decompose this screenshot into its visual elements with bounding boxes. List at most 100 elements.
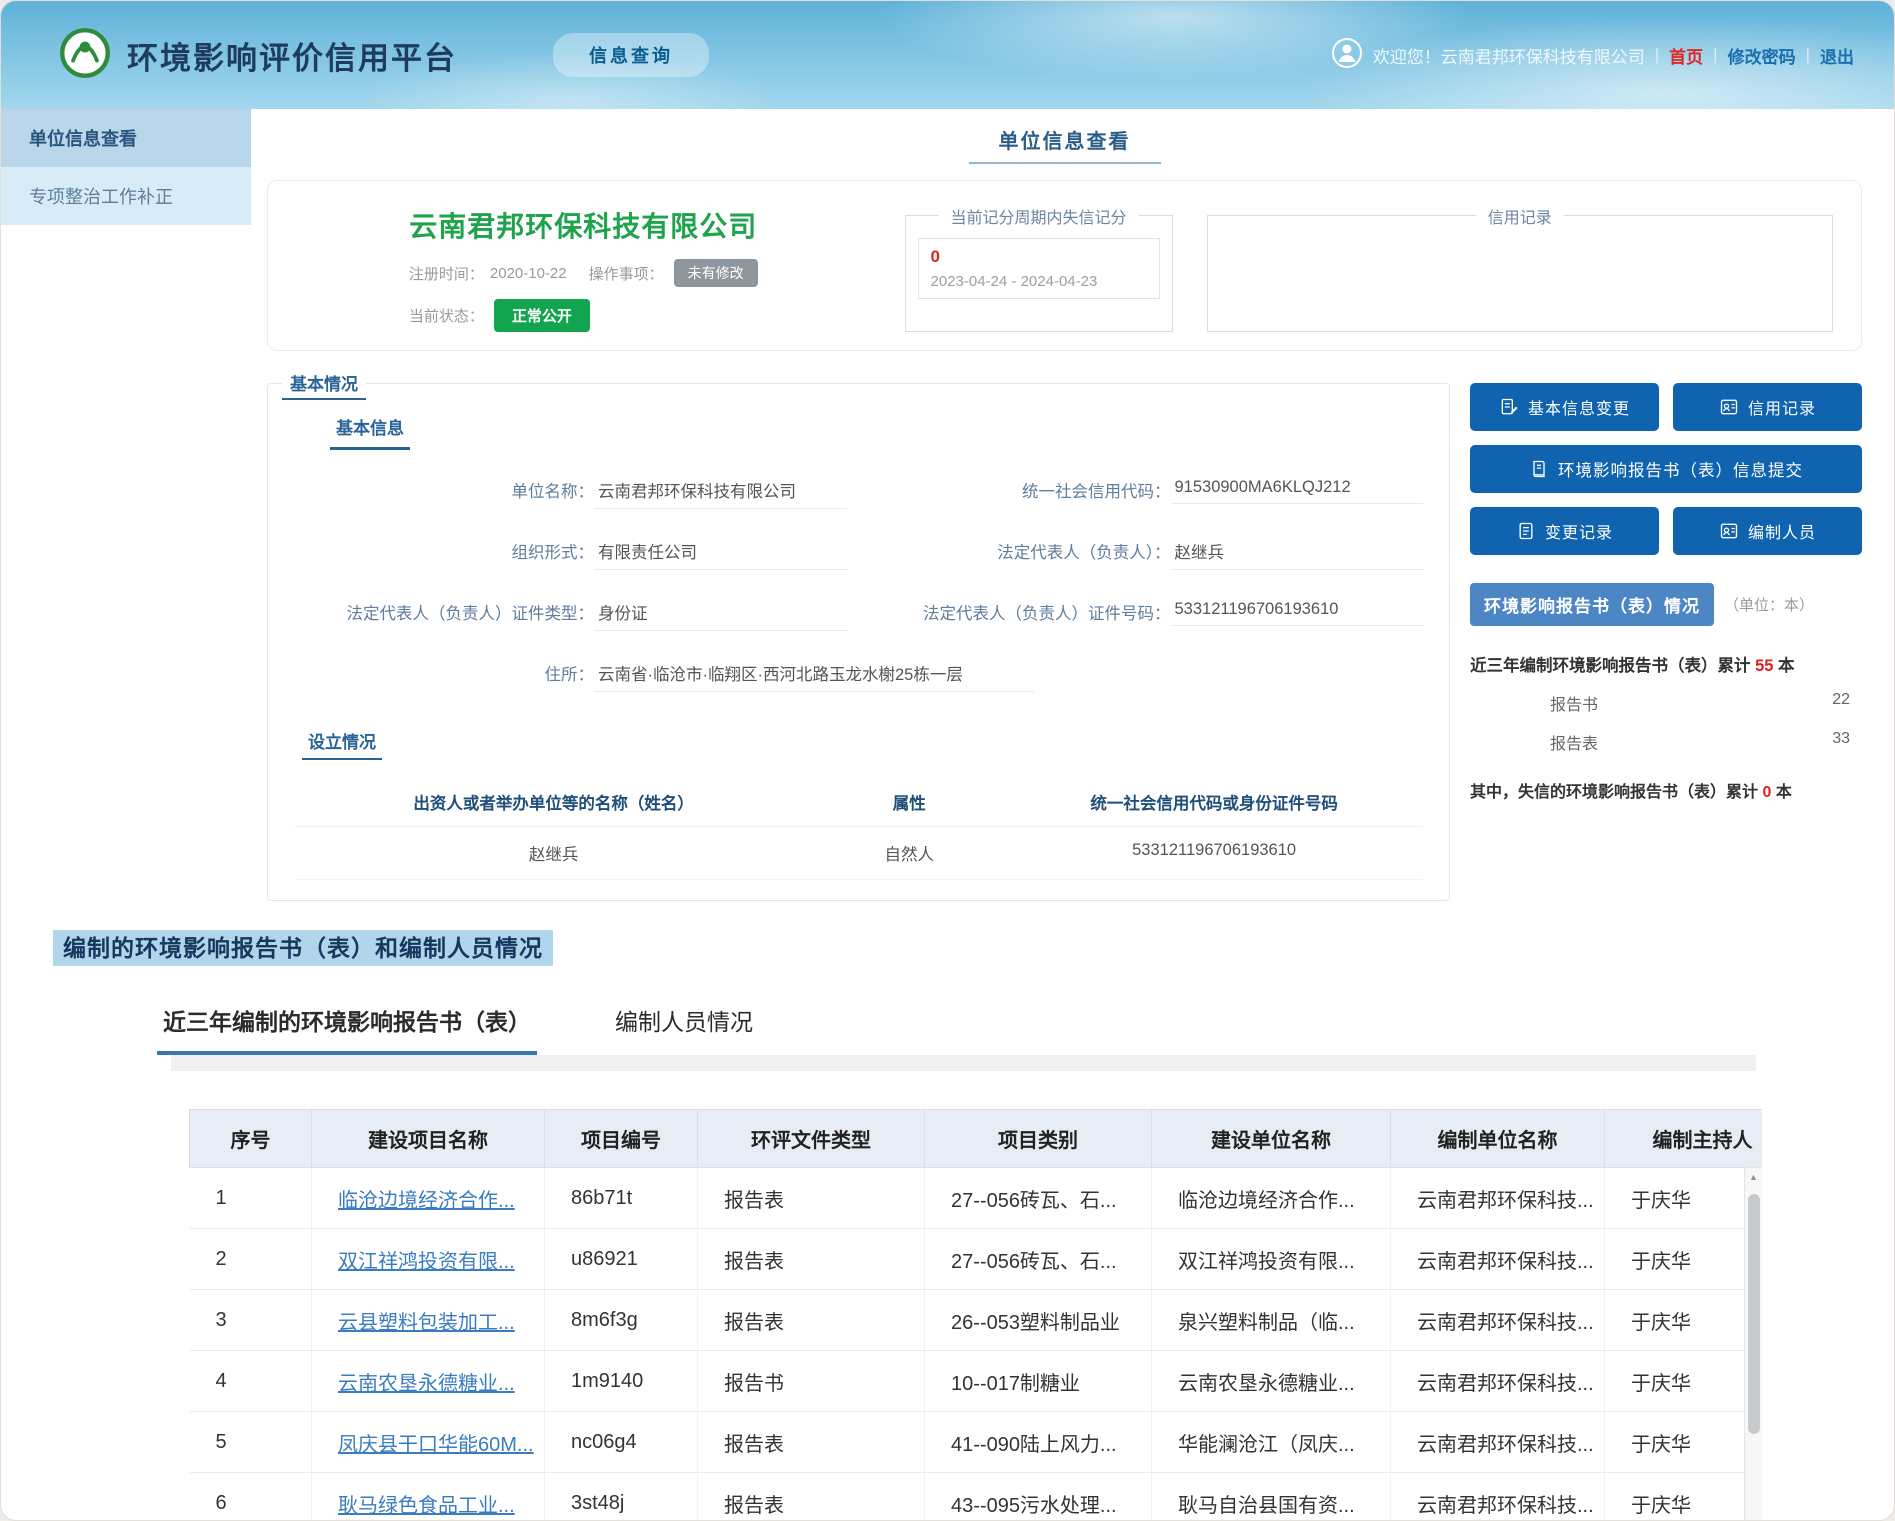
page: 环境影响评价信用平台 信息查询 欢迎您！云南君邦环保科技有限公司 | 首页 | … [0,0,1895,1521]
field-value: 云南省·临沧市·临翔区·西河北路玉龙水榭25栋一层 [594,661,1034,692]
table-cell: 云南君邦环保科技... [1391,1229,1605,1290]
tab-basic-info[interactable]: 基本信息 [330,412,410,450]
field-value: 533121196706193610 [1171,600,1424,626]
id-card-icon [1719,397,1739,417]
status-badge: 正常公开 [494,299,590,332]
separator: | [1713,45,1717,65]
sidebar-item-rectification[interactable]: 专项整治工作补正 [1,167,251,225]
setup-row: 赵继兵 自然人 533121196706193610 [294,827,1423,880]
table-row: 3云县塑料包装加工...8m6f3g报告表26--053塑料制品业泉兴塑料制品（… [190,1290,1763,1351]
company-block: 云南君邦环保科技有限公司 注册时间： 2020-10-22 操作事项： 未有修改… [296,205,871,332]
table-cell: 1 [190,1168,312,1229]
project-name-cell: 凤庆县干口华能60M... [312,1412,545,1473]
project-name-cell: 耿马绿色食品工业... [312,1473,545,1521]
top-header: 环境影响评价信用平台 信息查询 欢迎您！云南君邦环保科技有限公司 | 首页 | … [1,1,1894,109]
sidebar-item-unit-info[interactable]: 单位信息查看 [1,109,251,167]
table-row: 6 耿马绿色食品工业... 3st48j报告表43--095污水处理...耿马自治县… [190,1473,1763,1521]
tab-staff-info[interactable]: 编制人员情况 [609,1003,759,1055]
reports-section-title: 编制的环境影响报告书（表）和编制人员情况 [53,930,553,966]
report-submit-button[interactable]: 环境影响报告书（表）信息提交 [1470,445,1862,493]
doc-edit-icon [1499,397,1519,417]
basic-info-change-button[interactable]: 基本信息变更 [1470,383,1659,431]
main-content: 单位信息查看 云南君邦环保科技有限公司 注册时间： 2020-10-22 操作事… [251,109,1894,907]
project-name-link[interactable]: 双江祥鸿投资有限... [338,1251,515,1273]
divider-strip [171,1055,1756,1071]
stats-title: 环境影响报告书（表）情况 [1470,583,1714,626]
field-label: 住所： [294,661,594,685]
scrollbar-thumb[interactable] [1748,1194,1760,1434]
company-overview: 云南君邦环保科技有限公司 注册时间： 2020-10-22 操作事项： 未有修改… [267,180,1862,351]
table-cell: 云南君邦环保科技... [1391,1412,1605,1473]
stats-note: 其中，失信的环境影响报告书（表）累计 0 本 [1470,778,1862,802]
book-icon [1529,459,1549,479]
sidebar: 单位信息查看 专项整治工作补正 [1,109,251,225]
stats-unit: （单位：本） [1724,594,1814,615]
column-header: 项目类别 [925,1110,1152,1168]
table-cell: 报告表 [698,1473,925,1521]
tab-recent-reports[interactable]: 近三年编制的环境影响报告书（表） [157,1003,537,1055]
table-cell: 3st48j [545,1473,698,1521]
table-row: 4云南农垦永德糖业...1m9140报告书10--017制糖业云南农垦永德糖业.… [190,1351,1763,1412]
setup-cell: 赵继兵 [294,841,813,865]
staff-button[interactable]: 编制人员 [1673,507,1862,555]
change-record-button[interactable]: 变更记录 [1470,507,1659,555]
project-name-cell: 云县塑料包装加工... [312,1290,545,1351]
project-name-link[interactable]: 云县塑料包装加工... [338,1312,515,1334]
credit-record-button[interactable]: 信用记录 [1673,383,1862,431]
scroll-up-arrow-icon[interactable]: ▲ [1745,1168,1762,1186]
table-cell: 于庆华 [1605,1473,1763,1521]
doc-list-icon [1516,521,1536,541]
table-header-row: 序号建设项目名称项目编号环评文件类型项目类别建设单位名称编制单位名称编制主持人 [190,1110,1763,1168]
table-cell: 云南农垦永德糖业... [1152,1351,1391,1412]
table-cell: 5 [190,1412,312,1473]
platform-title: 环境影响评价信用平台 [127,33,457,78]
table-cell: 6 [190,1473,312,1521]
field-value: 身份证 [594,600,847,631]
table-row: 1临沧边境经济合作...86b71t报告表27--056砖瓦、石...临沧边境经… [190,1168,1763,1229]
logout-link[interactable]: 退出 [1820,43,1854,68]
platform-logo-icon [59,27,111,84]
stats-note-value: 0 [1762,784,1771,801]
project-name-link[interactable]: 耿马绿色食品工业... [338,1495,515,1517]
table-cell: 8m6f3g [545,1290,698,1351]
right-column: 基本信息变更 信用记录 环境影响报告书（表）信息提交 变更记录 [1470,383,1862,901]
credit-panel-title: 信用记录 [1476,204,1564,228]
table-cell: 于庆华 [1605,1351,1763,1412]
column-header: 环评文件类型 [698,1110,925,1168]
stats-row: 报告书22 [1550,691,1850,715]
score-panel: 当前记分周期内失信记分 0 2023-04-24 - 2024-04-23 [905,215,1173,332]
table-cell: 4 [190,1351,312,1412]
field-label: 统一社会信用代码： [871,478,1171,502]
table-cell: 41--090陆上风力... [925,1412,1152,1473]
table-scrollbar[interactable]: ▲ ▼ [1744,1167,1762,1521]
setup-column-header: 统一社会信用代码或身份证件号码 [1005,790,1423,814]
reg-time-value: 2020-10-22 [490,265,567,282]
action-buttons: 基本信息变更 信用记录 环境影响报告书（表）信息提交 变更记录 [1470,383,1862,555]
field-label: 单位名称： [294,478,594,502]
home-link[interactable]: 首页 [1669,43,1703,68]
table-cell: 于庆华 [1605,1168,1763,1229]
table-cell: 10--017制糖业 [925,1351,1152,1412]
column-header: 编制主持人 [1605,1110,1763,1168]
table-cell: 耿马自治县国有资... [1152,1473,1391,1521]
field-label: 组织形式： [294,539,594,563]
stats-total-value: 55 [1755,657,1773,675]
project-name-link[interactable]: 凤庆县干口华能60M... [338,1434,534,1456]
score-value: 0 [931,247,1147,267]
table-cell: 43--095污水处理... [925,1473,1152,1521]
project-name-link[interactable]: 云南农垦永德糖业... [338,1373,515,1395]
operation-badge: 未有修改 [674,259,758,287]
column-header: 建设项目名称 [312,1110,545,1168]
table-cell: 86b71t [545,1168,698,1229]
person-icon [1719,521,1739,541]
table-cell: 华能澜沧江（凤庆... [1152,1412,1391,1473]
setup-info: 设立情况 出资人或者举办单位等的名称（姓名） 属性 统一社会信用代码或身份证件号… [294,728,1423,880]
project-name-link[interactable]: 临沧边境经济合作... [338,1190,515,1212]
change-password-link[interactable]: 修改密码 [1728,43,1796,68]
user-area: 欢迎您！云南君邦环保科技有限公司 | 首页 | 修改密码 | 退出 [1331,37,1854,74]
reports-tabs: 近三年编制的环境影响报告书（表） 编制人员情况 [157,1003,1894,1055]
table-cell: 临沧边境经济合作... [1152,1168,1391,1229]
reports-table: 序号建设项目名称项目编号环评文件类型项目类别建设单位名称编制单位名称编制主持人 … [189,1109,1762,1521]
info-query-button[interactable]: 信息查询 [553,33,709,77]
score-period: 2023-04-24 - 2024-04-23 [931,273,1147,290]
